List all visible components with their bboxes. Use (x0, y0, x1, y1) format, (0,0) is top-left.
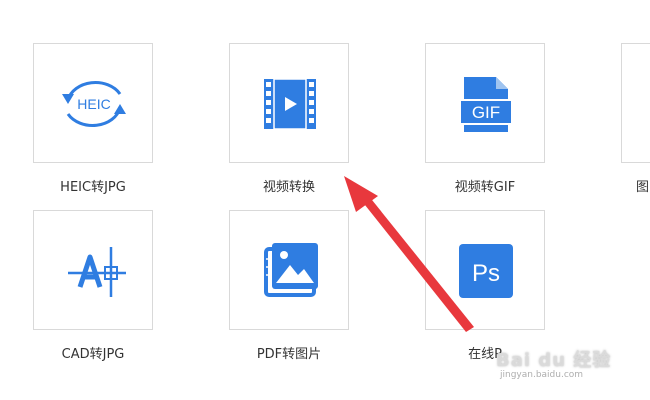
svg-text:HEIC: HEIC (77, 96, 110, 112)
video-film-icon (264, 78, 316, 130)
heic-convert-icon: HEIC (62, 81, 126, 127)
watermark-url: jingyan.baidu.com (500, 370, 584, 380)
gif-file-icon: GIF (459, 77, 513, 132)
tool-tile-heic-to-jpg[interactable]: HEIC (33, 43, 153, 163)
cad-drawing-icon (68, 247, 126, 297)
tool-tile-cad-to-jpg[interactable] (33, 210, 153, 330)
tool-label: 视频转GIF (454, 180, 516, 195)
tool-tile-partial[interactable] (621, 43, 650, 163)
tool-label: HEIC转JPG (60, 180, 126, 195)
tool-label: 图 (636, 180, 650, 195)
svg-text:Ps: Ps (472, 260, 500, 287)
tool-label: CAD转JPG (61, 347, 125, 362)
svg-text:GIF: GIF (472, 103, 500, 122)
tool-label: PDF转图片 (256, 347, 322, 362)
tool-tile-video-convert[interactable] (229, 43, 349, 163)
tool-label: 视频转换 (262, 180, 315, 195)
tool-label: 在线P (468, 347, 502, 362)
tool-tile-video-to-gif[interactable]: GIF (425, 43, 545, 163)
photoshop-icon: Ps (459, 244, 513, 298)
tool-grid: HEIC HEIC转JPG 视频转换 GIF 视频转GIF 图 CAD转JPG … (0, 0, 650, 400)
pdf-image-icon (264, 243, 318, 297)
tool-tile-online-ps[interactable]: Ps (425, 210, 545, 330)
tool-tile-pdf-to-image[interactable] (229, 210, 349, 330)
